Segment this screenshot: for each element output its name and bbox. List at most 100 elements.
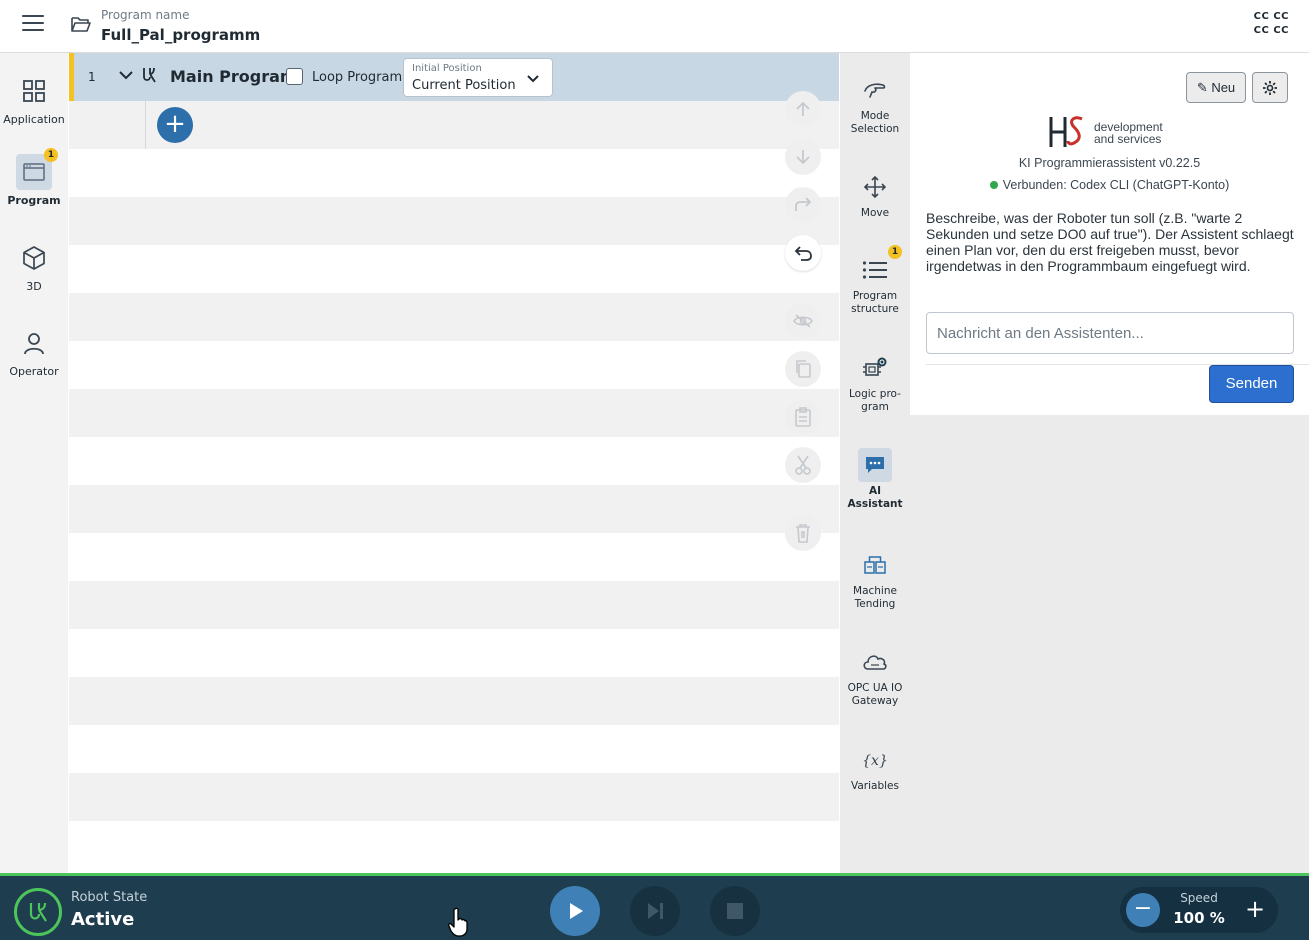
initial-position-label: Initial Position: [412, 63, 482, 74]
settings-button[interactable]: [1252, 72, 1288, 103]
machine-icon: [858, 548, 892, 582]
ai-assistant-panel: ✎ Neu development and services KI Progra…: [910, 53, 1309, 873]
loop-program-checkbox[interactable]: [286, 68, 303, 85]
right-tab-bar: Mode Selection Move 1 Program structure …: [840, 53, 910, 873]
program-badge: 1: [44, 148, 58, 162]
logo-text: development and services: [1094, 120, 1163, 146]
tab-label: OPC UA IO Gateway: [847, 682, 903, 707]
chevron-down-icon: [527, 75, 539, 83]
tab-variables[interactable]: {x} Variables: [840, 743, 910, 793]
program-name[interactable]: Full_Pal_programm: [101, 26, 260, 44]
ur-logo-icon: [29, 902, 47, 922]
nav-label: 3D: [26, 280, 42, 293]
tab-label: Program structure: [851, 290, 899, 315]
status-footer: Robot State Active − Speed 100 % +: [0, 873, 1309, 940]
new-chat-button[interactable]: ✎ Neu: [1186, 72, 1246, 103]
tab-label: Logic pro-gram: [849, 388, 901, 413]
folder-open-icon[interactable]: [70, 14, 92, 34]
message-input[interactable]: [926, 312, 1294, 354]
stop-icon: [727, 903, 743, 919]
tree-empty-row: [69, 677, 839, 725]
delete-button[interactable]: [785, 515, 821, 551]
speed-label: Speed: [1180, 891, 1218, 905]
speed-decrease-button[interactable]: −: [1126, 893, 1160, 927]
tab-opc-ua-gateway[interactable]: OPC UA IO Gateway: [840, 645, 910, 708]
tab-label: Variables: [851, 780, 899, 792]
speed-control: − Speed 100 % +: [1120, 887, 1278, 933]
nav-application[interactable]: Application: [0, 73, 68, 153]
undo-button[interactable]: [785, 235, 821, 271]
grid-icon: [16, 73, 52, 109]
nav-label: Program: [7, 194, 61, 207]
tab-label: Mode Selection: [850, 110, 900, 135]
chevron-down-icon[interactable]: [118, 67, 134, 83]
nav-3d[interactable]: 3D: [0, 240, 68, 320]
chat-icon: [858, 448, 892, 482]
tab-machine-tending[interactable]: Machine Tending: [840, 548, 910, 611]
clipboard-icon: [795, 407, 811, 427]
connection-status: Verbunden: Codex CLI (ChatGPT-Konto): [910, 178, 1309, 192]
tab-program-structure[interactable]: 1 Program structure: [840, 245, 910, 316]
hand-icon: [858, 73, 892, 107]
arrow-up-icon: [796, 101, 810, 116]
variables-icon: {x}: [858, 743, 892, 777]
move-down-button[interactable]: [785, 139, 821, 175]
tree-gutter: [145, 101, 146, 149]
assistant-content: ✎ Neu development and services KI Progra…: [910, 53, 1309, 415]
paste-button[interactable]: [785, 399, 821, 435]
tree-empty-row: [69, 773, 839, 821]
tree-empty-row: [69, 293, 839, 341]
tab-ai-assistant[interactable]: AI Assistant: [840, 448, 910, 511]
tab-logic-program[interactable]: Logic pro-gram: [840, 351, 910, 414]
move-arrows-icon: [858, 170, 892, 204]
tab-label: Move: [860, 207, 890, 219]
hs-logo-icon: [1049, 116, 1083, 147]
add-node-button[interactable]: +: [157, 107, 193, 143]
tab-move[interactable]: Move: [840, 170, 910, 220]
nav-label: Application: [3, 113, 65, 126]
skip-forward-icon: [648, 903, 663, 919]
copy-button[interactable]: [785, 351, 821, 387]
hs-logo: development and services: [1048, 113, 1178, 153]
step-button[interactable]: [630, 886, 680, 936]
nav-operator[interactable]: Operator: [0, 325, 68, 405]
tab-mode-selection[interactable]: Mode Selection: [840, 73, 910, 136]
list-icon: 1: [858, 245, 902, 287]
send-button[interactable]: Senden: [1209, 365, 1294, 403]
robot-state-indicator[interactable]: [14, 888, 62, 936]
program-window-icon: 1: [16, 148, 58, 190]
initial-position-select[interactable]: Initial Position Current Position: [403, 58, 553, 97]
hide-button[interactable]: [785, 303, 821, 339]
main-program-row[interactable]: 1 Main Program Loop Program Initial Posi…: [69, 53, 839, 101]
move-up-button[interactable]: [785, 91, 821, 127]
cut-button[interactable]: [785, 447, 821, 483]
tree-empty-row: [69, 389, 839, 437]
play-button[interactable]: [550, 886, 600, 936]
initial-position-value: Current Position: [412, 78, 516, 93]
stop-button[interactable]: [710, 886, 760, 936]
nav-program[interactable]: 1 Program: [0, 148, 68, 234]
scissors-icon: [795, 455, 811, 475]
eye-off-icon: [793, 314, 813, 328]
app-header: Program name Full_Pal_programm CC CC CC …: [0, 0, 1309, 53]
speed-value: 100 %: [1173, 909, 1225, 927]
user-icon: [16, 325, 52, 361]
assistant-version: KI Programmierassistent v0.22.5: [1018, 156, 1201, 170]
cube-icon: [16, 240, 52, 276]
tree-empty-row: [69, 485, 839, 533]
row-number: 1: [88, 70, 96, 84]
speed-increase-button[interactable]: +: [1238, 893, 1272, 927]
tab-label: AI Assistant: [847, 485, 903, 510]
cloud-icon: [858, 645, 892, 679]
left-navigation: Application 1 Program 3D Operator: [0, 53, 68, 873]
arrow-down-icon: [796, 150, 810, 165]
redo-button[interactable]: [785, 187, 821, 223]
program-tree: 1 Main Program Loop Program Initial Posi…: [69, 53, 839, 873]
robot-state-value: Active: [71, 909, 135, 930]
assistant-description: Beschreibe, was der Roboter tun soll (z.…: [926, 210, 1294, 274]
svg-text:{x}: {x}: [863, 753, 887, 769]
tab-label: Machine Tending: [853, 585, 897, 610]
tree-empty-row: [69, 197, 839, 245]
menu-icon[interactable]: [22, 15, 44, 35]
status-dot-icon: [989, 181, 998, 189]
